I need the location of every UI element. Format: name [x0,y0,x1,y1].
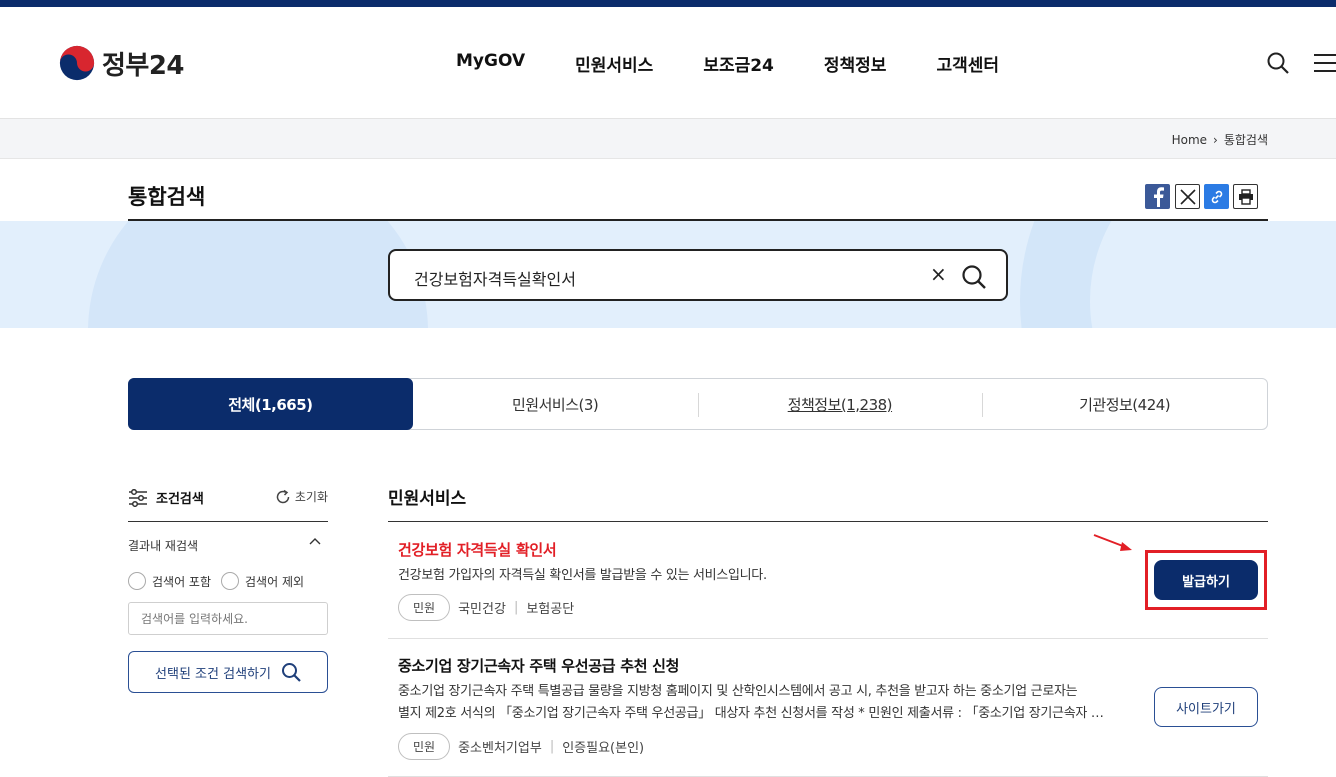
exclude-keyword-label: 검색어 제외 [245,574,305,589]
top-accent-bar [0,0,1336,7]
result-section-heading: 민원서비스 [388,489,467,509]
search-icon [281,663,301,682]
x-share-icon[interactable] [1175,184,1200,209]
result-description: 중소기업 장기근속자 주택 특별공급 물량을 지방청 홈페이지 및 산학인시스템… [398,681,1138,725]
breadcrumb-home[interactable]: Home [1172,133,1207,147]
org-name: 국민건강 [458,602,506,617]
taeguk-logo-icon [59,45,95,81]
result-title[interactable]: 건강보험 자격득실 확인서 [398,539,557,560]
visit-site-button[interactable]: 사이트가기 [1154,687,1258,727]
meta-separator: | [549,739,555,754]
link-copy-icon[interactable] [1204,184,1229,209]
meta-separator: | [513,600,519,615]
result-description-line: 별지 제2호 서식의 「중소기업 장기근속자 주택 우선공급」 대상자 추천 신… [398,706,1104,721]
result-meta: 민원 중소벤처기업부 | 인증필요(본인) [398,733,644,760]
keyword-option-group: 검색어 포함 검색어 제외 [128,572,304,590]
org-name: 중소벤처기업부 [458,741,542,756]
site-header: 정부24 MyGOV 민원서비스 보조금24 정책정보 고객센터 [0,7,1336,119]
org-name-secondary: 보험공단 [526,602,575,617]
apply-filter-button[interactable]: 선택된 조건 검색하기 [128,651,328,693]
result-description-line: 중소기업 장기근속자 주택 특별공급 물량을 지방청 홈페이지 및 산학인시스템… [398,684,1078,699]
reset-label: 초기화 [294,490,328,504]
logo-text: 정부24 [102,50,185,81]
red-highlight-box [1145,550,1267,610]
refine-search-label: 결과내 재검색 [128,539,199,553]
refresh-icon [276,489,290,503]
breadcrumb-band: Home › 통합검색 [0,119,1336,159]
breadcrumb-current: 통합검색 [1223,133,1268,147]
menu-icon[interactable] [1314,51,1336,75]
auth-requirement: 인증필요(본인) [562,741,645,756]
apply-filter-label: 선택된 조건 검색하기 [155,666,271,682]
main-nav: MyGOV 민원서비스 보조금24 정책정보 고객센터 [456,51,1049,76]
search-icon[interactable] [1266,51,1290,75]
nav-customer-center[interactable]: 고객센터 [936,51,999,76]
include-keyword-label: 검색어 포함 [152,574,212,589]
result-tabs: 전체(1,665) 민원서비스(3) 정책정보(1,238) 기관정보(424) [128,378,1268,430]
result-title[interactable]: 중소기업 장기근속자 주택 우선공급 추천 신청 [398,655,679,676]
nav-civil-service[interactable]: 민원서비스 [575,51,653,76]
facebook-share-icon[interactable] [1145,184,1170,209]
search-submit-icon[interactable] [960,263,988,291]
filter-title: 조건검색 [128,488,204,507]
refine-search-toggle[interactable]: 결과내 재검색 [128,537,328,557]
nav-mygov[interactable]: MyGOV [456,51,525,76]
nav-policy-info[interactable]: 정책정보 [824,51,887,76]
result-meta: 민원 국민건강 | 보험공단 [398,594,574,621]
tab-org-info[interactable]: 기관정보(424) [982,379,1267,429]
exclude-keyword-radio[interactable]: 검색어 제외 [221,572,304,590]
search-input[interactable]: 건강보험자격득실확인서 × [388,249,1008,301]
nav-subsidy24[interactable]: 보조금24 [703,51,774,76]
category-badge: 민원 [398,594,451,621]
red-arrow-annotation [1093,534,1132,551]
include-keyword-radio[interactable]: 검색어 포함 [128,572,211,590]
filter-sliders-icon [129,488,147,507]
decorative-circle [88,221,428,328]
result-description: 건강보험 가입자의 자격득실 확인서를 발급받을 수 있는 서비스입니다. [398,568,767,583]
reset-button[interactable]: 초기화 [275,488,328,505]
search-query[interactable]: 건강보험자격득실확인서 [414,266,576,290]
filter-title-label: 조건검색 [156,492,204,507]
radio-circle-icon[interactable] [128,572,146,590]
filter-header: 조건검색 초기화 [128,486,328,522]
tab-policy-info[interactable]: 정책정보(1,238) [697,379,983,429]
decorative-ring [1020,221,1336,328]
tab-civil-service[interactable]: 민원서비스(3) [413,379,698,429]
clear-icon[interactable]: × [930,262,947,286]
print-icon[interactable] [1233,184,1258,209]
result-item: 중소기업 장기근속자 주택 우선공급 추천 신청 중소기업 장기근속자 주택 특… [388,639,1268,777]
page-title: 통합검색 [128,185,206,209]
result-item: 건강보험 자격득실 확인서 건강보험 가입자의 자격득실 확인서를 발급받을 수… [388,522,1268,639]
radio-circle-icon[interactable] [221,572,240,590]
refine-keyword-input[interactable] [128,602,328,635]
chevron-up-icon[interactable] [308,535,322,549]
category-badge: 민원 [398,733,451,760]
tab-all[interactable]: 전체(1,665) [128,378,413,430]
site-logo[interactable]: 정부24 [58,44,185,82]
breadcrumb: Home › 통합검색 [1172,131,1268,148]
chevron-right-icon: › [1213,132,1218,147]
